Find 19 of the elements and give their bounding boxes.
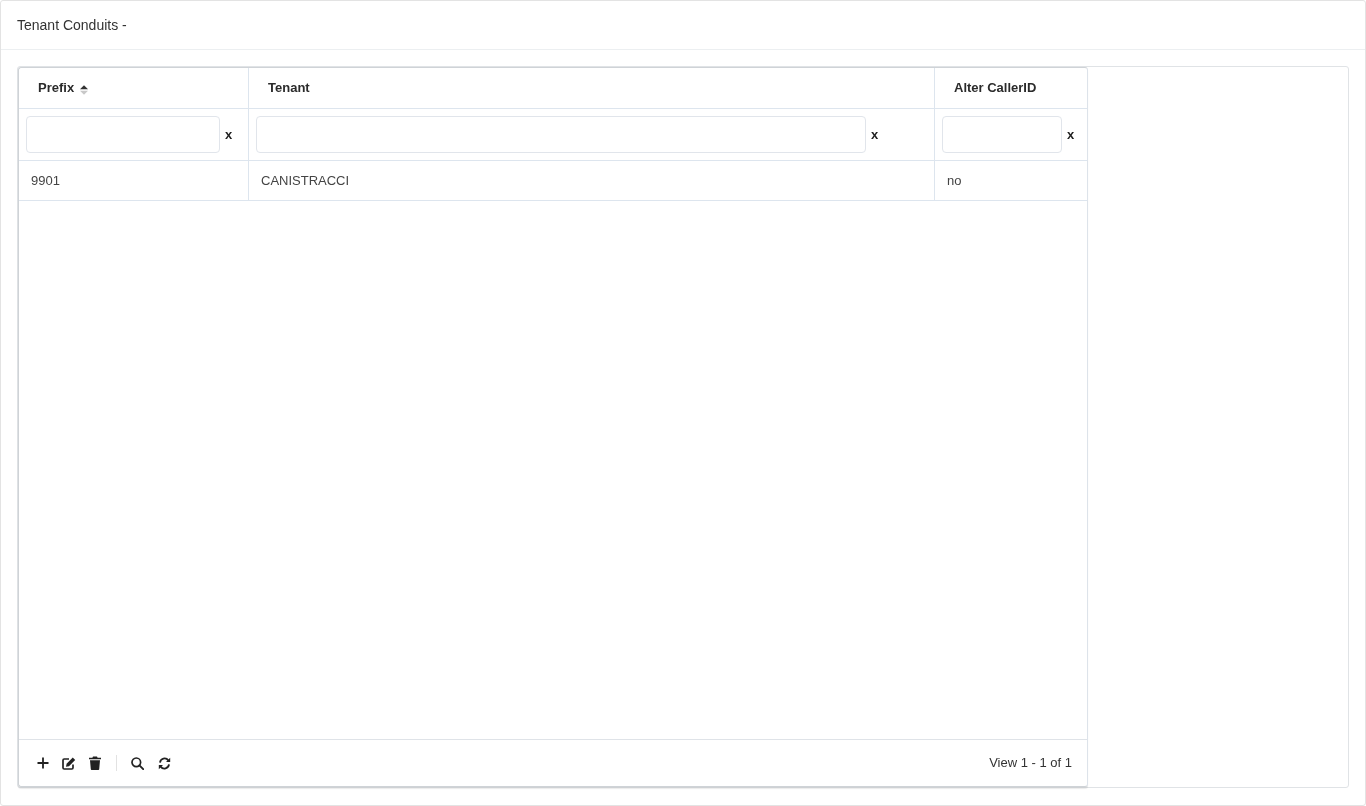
column-header[interactable]: Alter CallerID [935, 68, 1087, 108]
search-icon [130, 756, 144, 770]
clear-filter-link[interactable]: x [1067, 124, 1075, 145]
clear-filter-link[interactable]: x [225, 124, 233, 145]
page-title: Tenant Conduits - [17, 15, 127, 35]
table-cell: 9901 [19, 161, 249, 200]
edit-icon [62, 756, 76, 770]
pager-info: View 1 - 1 of 1 [989, 754, 1072, 773]
filter-field[interactable] [256, 116, 866, 153]
column-header[interactable]: Tenant [249, 68, 935, 108]
filter-field[interactable] [26, 116, 220, 153]
column-header[interactable]: Prefix [19, 68, 249, 108]
table-cell: CANISTRACCI [249, 161, 935, 200]
table-cell-text: no [946, 171, 963, 190]
trash-icon [89, 756, 101, 770]
filter-field[interactable] [942, 116, 1062, 153]
refresh-icon [157, 756, 171, 770]
plus-icon [37, 757, 49, 769]
clear-filter-link[interactable]: x [871, 124, 879, 145]
